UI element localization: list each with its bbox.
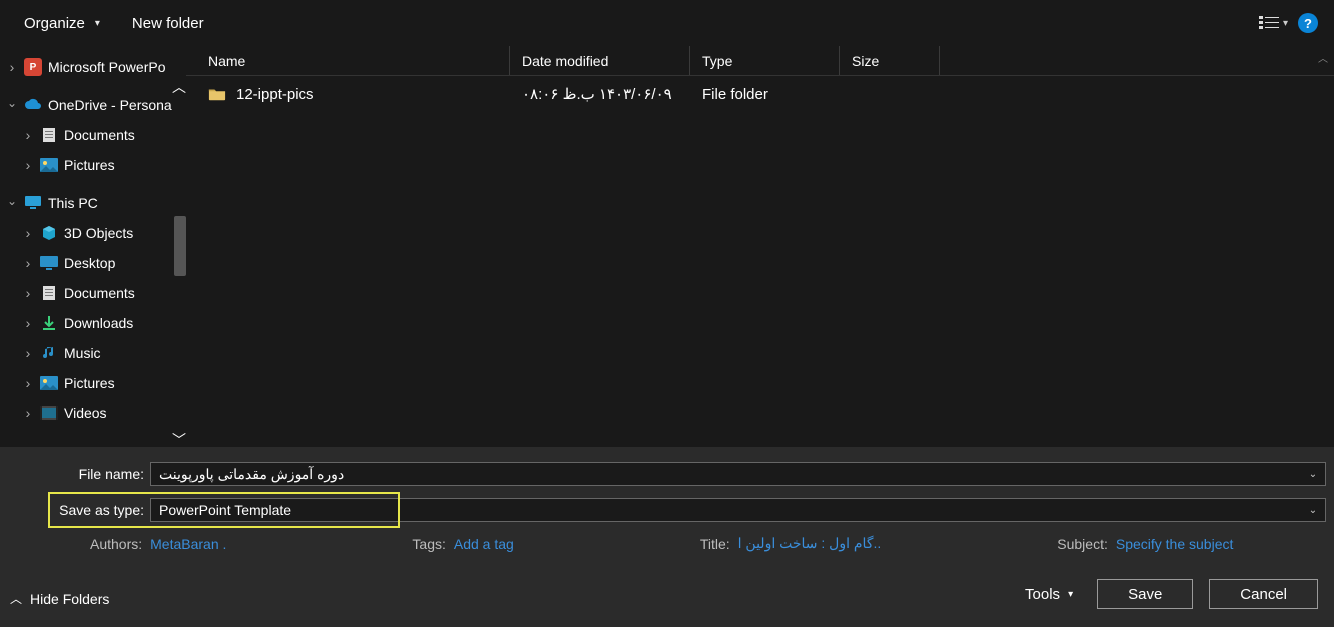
- tree-item-label: Microsoft PowerPo: [48, 59, 165, 75]
- file-name: 12-ippt-pics: [236, 86, 314, 103]
- save-button[interactable]: Save: [1097, 579, 1193, 609]
- tree-item[interactable]: PMicrosoft PowerPo: [0, 52, 186, 82]
- chevron-right-icon: [22, 255, 34, 271]
- cancel-label: Cancel: [1240, 586, 1287, 603]
- chevron-down-icon: ▾: [1283, 18, 1288, 29]
- metadata-row: Authors: MetaBaran . Tags: Add a tag Tit…: [0, 525, 1334, 552]
- chevron-right-icon: [22, 345, 34, 361]
- col-size-label: Size: [852, 53, 879, 69]
- chevron-right-icon: [22, 285, 34, 301]
- main-split: PMicrosoft PowerPo OneDrive - Persona Docu…: [0, 46, 1334, 447]
- chevron-right-icon: [22, 225, 34, 241]
- tree-item-label: This PC: [48, 195, 98, 211]
- title-label: Title:: [700, 536, 730, 552]
- tree-item[interactable]: Documents: [0, 278, 186, 308]
- chevron-up-icon: ︿: [10, 590, 22, 607]
- chevron-right-icon: [22, 127, 34, 143]
- col-name[interactable]: Name: [186, 46, 510, 75]
- table-row[interactable]: 12-ippt-pics ۱۴۰۳/۰۶/۰۹ ب.ظ ۰۸:۰۶File fol…: [186, 76, 1334, 112]
- tools-button[interactable]: Tools ▾: [1017, 582, 1081, 607]
- filename-label: File name:: [8, 466, 150, 482]
- sort-indicator-icon[interactable]: ︿: [1316, 50, 1330, 64]
- authors-label: Authors:: [90, 536, 142, 552]
- savetype-row: Save as type: PowerPoint Template ⌄: [0, 495, 1334, 525]
- tree-item-label: Documents: [64, 127, 135, 143]
- file-type: File folder: [690, 86, 840, 103]
- tree-item-label: OneDrive - Persona: [48, 97, 172, 113]
- tools-label: Tools: [1025, 586, 1060, 603]
- chevron-right-icon: [22, 315, 34, 331]
- chevron-down-icon: ⌄: [1301, 469, 1325, 480]
- scroll-up-icon[interactable]: ︿: [172, 80, 186, 94]
- col-size[interactable]: Size: [840, 46, 940, 75]
- tree-item[interactable]: Music: [0, 338, 186, 368]
- tree-item[interactable]: OneDrive - Persona: [0, 90, 186, 120]
- tree-item[interactable]: This PC: [0, 188, 186, 218]
- col-type-label: Type: [702, 53, 732, 69]
- scroll-down-icon[interactable]: ﹀: [172, 433, 186, 447]
- folder-icon: [208, 85, 226, 103]
- nav-tree: PMicrosoft PowerPo OneDrive - Persona Docu…: [0, 46, 186, 447]
- hide-folders-button[interactable]: ︿ Hide Folders: [10, 590, 109, 607]
- tree-item[interactable]: Pictures: [0, 150, 186, 180]
- chevron-right-icon: [22, 405, 34, 421]
- chevron-right-icon: [22, 375, 34, 391]
- tags-label: Tags:: [412, 536, 445, 552]
- authors-value[interactable]: MetaBaran .: [150, 536, 226, 552]
- title-value[interactable]: ..گام اول : ساخت اولین ا: [738, 535, 882, 552]
- tree-item-label: Music: [64, 345, 101, 361]
- subject-value[interactable]: Specify the subject: [1116, 536, 1234, 552]
- toolbar: Organize New folder ▾ ?: [0, 0, 1334, 46]
- tree-item[interactable]: Downloads: [0, 308, 186, 338]
- savetype-label: Save as type:: [8, 502, 150, 518]
- tree-item-label: Desktop: [64, 255, 115, 271]
- bottom-panel: File name: دوره آموزش مقدماتی پاورپوینت …: [0, 447, 1334, 627]
- tree-item-label: Pictures: [64, 375, 115, 391]
- tree-item[interactable]: Documents: [0, 120, 186, 150]
- hide-folders-label: Hide Folders: [30, 591, 109, 607]
- col-date[interactable]: Date modified: [510, 46, 690, 75]
- chevron-right-icon: [22, 157, 34, 173]
- view-options-button[interactable]: ▾: [1259, 15, 1288, 31]
- organize-button[interactable]: Organize: [16, 11, 108, 36]
- save-label: Save: [1128, 586, 1162, 603]
- tree-item[interactable]: Videos: [0, 398, 186, 428]
- file-date: ۱۴۰۳/۰۶/۰۹ ب.ظ ۰۸:۰۶: [510, 85, 690, 103]
- new-folder-label: New folder: [132, 15, 204, 32]
- tree-item-label: 3D Objects: [64, 225, 133, 241]
- tree-item-label: Downloads: [64, 315, 133, 331]
- chevron-down-icon: [6, 98, 18, 112]
- chevron-down-icon: ⌄: [1301, 505, 1325, 516]
- savetype-combo[interactable]: PowerPoint Template ⌄: [150, 498, 1326, 522]
- filename-value: دوره آموزش مقدماتی پاورپوینت: [151, 466, 1301, 483]
- tree-item-label: Videos: [64, 405, 107, 421]
- tree-item-label: Documents: [64, 285, 135, 301]
- scrollbar-thumb[interactable]: [174, 216, 186, 276]
- filename-row: File name: دوره آموزش مقدماتی پاورپوینت …: [0, 459, 1334, 489]
- subject-label: Subject:: [1057, 536, 1108, 552]
- column-headers: Name Date modified Type Size: [186, 46, 1334, 76]
- new-folder-button[interactable]: New folder: [124, 11, 212, 36]
- chevron-down-icon: ▾: [1068, 589, 1073, 600]
- tree-item[interactable]: Pictures: [0, 368, 186, 398]
- chevron-down-icon: [6, 196, 18, 210]
- cancel-button[interactable]: Cancel: [1209, 579, 1318, 609]
- tree-item[interactable]: Desktop: [0, 248, 186, 278]
- filename-input[interactable]: دوره آموزش مقدماتی پاورپوینت ⌄: [150, 462, 1326, 486]
- col-name-label: Name: [208, 53, 245, 69]
- details-view-icon: [1259, 15, 1279, 31]
- help-icon[interactable]: ?: [1298, 13, 1318, 33]
- col-date-label: Date modified: [522, 53, 608, 69]
- tags-value[interactable]: Add a tag: [454, 536, 514, 552]
- col-type[interactable]: Type: [690, 46, 840, 75]
- file-list-pane: ︿ Name Date modified Type Size 12-ippt-p…: [186, 46, 1334, 447]
- chevron-right-icon: [6, 59, 18, 75]
- tree-item-label: Pictures: [64, 157, 115, 173]
- tree-item[interactable]: 3D Objects: [0, 218, 186, 248]
- organize-label: Organize: [24, 15, 85, 32]
- savetype-value: PowerPoint Template: [151, 502, 1301, 518]
- dialog-buttons: Tools ▾ Save Cancel: [1017, 579, 1318, 609]
